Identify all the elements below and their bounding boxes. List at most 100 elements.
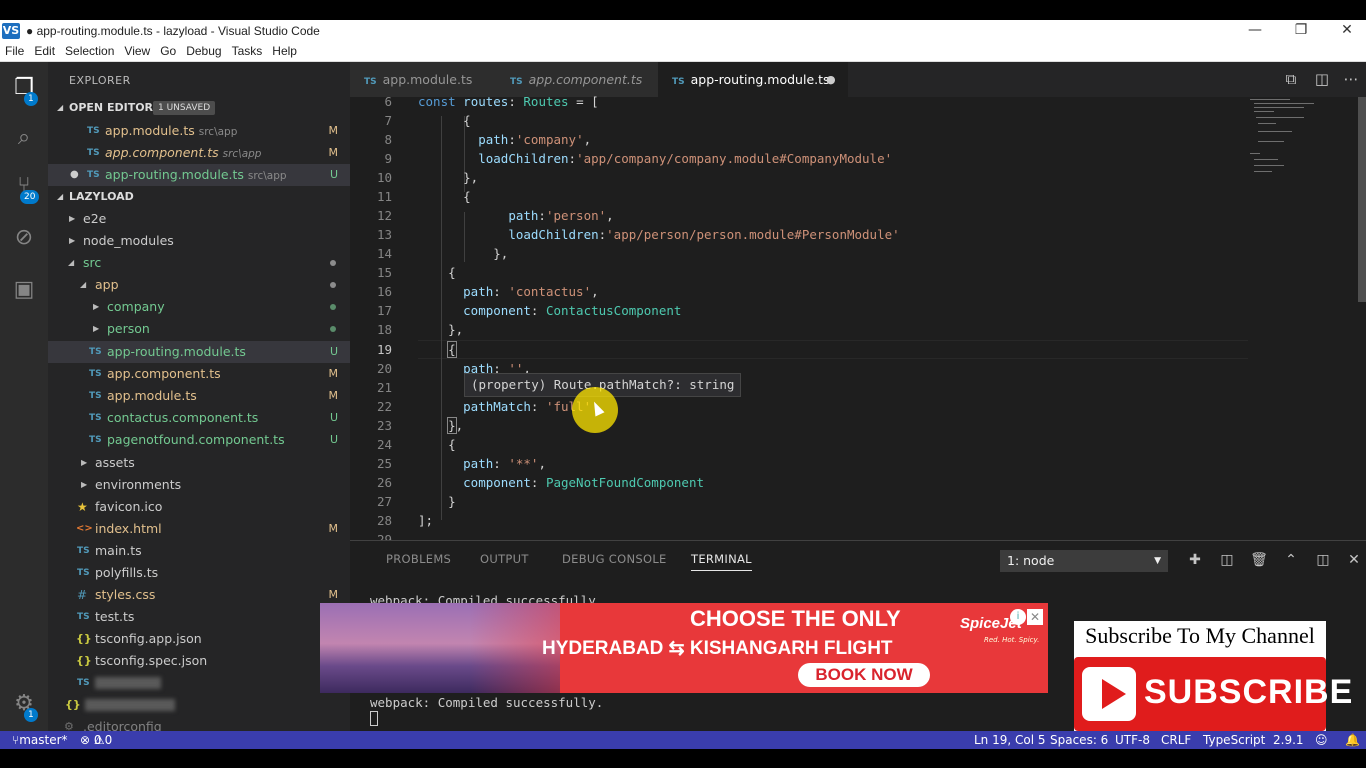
tab-output[interactable]: OUTPUT [480, 552, 529, 566]
menu-debug[interactable]: Debug [181, 44, 226, 58]
branch-status[interactable]: ⑂ master* [12, 731, 68, 749]
close-button[interactable]: ✕ [1324, 20, 1366, 41]
search-icon[interactable]: ⌕ [8, 122, 40, 154]
tab-problems[interactable]: PROBLEMS [386, 552, 451, 566]
line-number: 24 [376, 437, 392, 452]
tree-file[interactable]: TS contactus.component.ts U [48, 407, 350, 429]
tree-label: tsconfig.spec.json [95, 653, 208, 668]
extensions-icon[interactable]: ▣ [8, 274, 40, 306]
tree-file[interactable]: TS app-routing.module.ts U [48, 341, 350, 363]
open-editor-item[interactable]: TS app.component.ts src\app M [48, 142, 350, 164]
subscribe-overlay[interactable]: Subscribe To My Channel SUBSCRIBE [1074, 621, 1352, 731]
menu-selection[interactable]: Selection [60, 44, 119, 58]
minimize-button[interactable]: — [1232, 20, 1278, 41]
open-editor-item[interactable]: ● TS app-routing.module.ts src\app U [48, 164, 350, 186]
tree-file[interactable]: # styles.css M [48, 584, 350, 606]
tree-file[interactable]: ⚙ .editorconfig [48, 716, 350, 731]
git-status: U [329, 168, 338, 181]
menu-view[interactable]: View [119, 44, 155, 58]
eol-status[interactable]: CRLF [1161, 731, 1191, 749]
tree-file[interactable]: TS pagenotfound.component.ts U [48, 429, 350, 451]
ad-headline: CHOOSE THE ONLY [690, 606, 901, 631]
open-changes-icon[interactable]: ⧉ [1282, 70, 1300, 88]
line-number: 26 [376, 475, 392, 490]
tab-terminal[interactable]: TERMINAL [691, 552, 752, 571]
problems-status[interactable]: ⊗ 0 ⚠ 0 [80, 731, 112, 749]
close-panel-icon[interactable]: ✕ [1345, 551, 1363, 569]
explorer-sidebar: EXPLORER ◢ OPEN EDITORS 1 UNSAVED TS app… [48, 62, 350, 731]
tree-folder[interactable]: ▶ person [48, 318, 350, 340]
typescript-file-icon: TS [77, 612, 90, 622]
ad-close-icon[interactable]: ✕ [1027, 609, 1043, 625]
split-editor-icon[interactable]: ◫ [1313, 70, 1331, 88]
tree-folder[interactable]: ◢ app [48, 274, 350, 296]
trash-icon[interactable]: 🗑 [1250, 551, 1268, 569]
tree-file[interactable]: {} tsconfig.spec.json [48, 650, 350, 672]
ad-book-now-button[interactable]: BOOK NOW [798, 663, 930, 687]
subscribe-button[interactable]: SUBSCRIBE [1074, 657, 1352, 731]
tree-label: pagenotfound.component.ts [107, 432, 285, 447]
tree-file[interactable]: TS main.ts [48, 540, 350, 562]
minimap[interactable] [1250, 97, 1316, 177]
terminal-select[interactable]: 1: node ▼ [1000, 550, 1168, 572]
menu-help[interactable]: Help [267, 44, 302, 58]
chevron-right-icon: ▶ [81, 458, 88, 467]
vscode-logo-icon: VS [2, 22, 20, 39]
line-number: 12 [376, 208, 392, 223]
tree-file-blurred[interactable]: {} [48, 694, 350, 716]
line-number: 27 [376, 494, 392, 509]
tree-label: app [95, 277, 119, 292]
cursor-position[interactable]: Ln 19, Col 5 [974, 731, 1046, 749]
tab-label: app.module.ts [382, 72, 473, 87]
code-line: 6 const routes: Routes = [ [350, 92, 1366, 111]
indentation-status[interactable]: Spaces: 6 [1050, 731, 1108, 749]
typescript-file-icon: TS [89, 391, 102, 401]
add-terminal-icon[interactable]: ✚ [1186, 551, 1204, 569]
menu-edit[interactable]: Edit [29, 44, 60, 58]
ad-banner[interactable]: CHOOSE THE ONLY HYDERABAD ⇆ KISHANGARH F… [320, 603, 1048, 693]
open-editors-header[interactable]: ◢ OPEN EDITORS 1 UNSAVED [48, 97, 350, 119]
tree-folder[interactable]: ▶ environments [48, 474, 350, 496]
chevron-up-icon[interactable]: ⌃ [1282, 551, 1300, 569]
toggle-panel-icon[interactable]: ◫ [1314, 551, 1332, 569]
tree-folder[interactable]: ▶ node_modules [48, 230, 350, 252]
line-number: 18 [376, 322, 392, 337]
tree-file[interactable]: TS test.ts [48, 606, 350, 628]
tree-folder[interactable]: ◢ src [48, 252, 350, 274]
tree-folder[interactable]: ▶ company [48, 296, 350, 318]
open-editor-item[interactable]: TS app.module.ts src\app M [48, 120, 350, 142]
code-line: 14 }, [350, 244, 1366, 263]
project-header[interactable]: ◢ LAZYLOAD [48, 186, 350, 208]
feedback-smiley-icon[interactable]: ☺ [1315, 731, 1328, 749]
encoding-status[interactable]: UTF-8 [1115, 731, 1150, 749]
tree-file-blurred[interactable]: TS [48, 672, 350, 694]
tab-label: app-routing.module.ts [690, 72, 830, 87]
tree-file[interactable]: TS polyfills.ts [48, 562, 350, 584]
tab-debug-console[interactable]: DEBUG CONSOLE [562, 552, 667, 566]
tree-file[interactable]: {} tsconfig.app.json [48, 628, 350, 650]
menu-file[interactable]: File [0, 44, 29, 58]
line-number: 17 [376, 303, 392, 318]
menu-go[interactable]: Go [155, 44, 181, 58]
tree-file[interactable]: <> index.html M [48, 518, 350, 540]
ad-info-icon[interactable]: i [1010, 609, 1026, 625]
split-terminal-icon[interactable]: ◫ [1218, 551, 1236, 569]
tree-folder[interactable]: ▶ assets [48, 452, 350, 474]
json-file-icon: {} [76, 632, 92, 645]
code-line: 8 path:'company', [350, 130, 1366, 149]
tree-file[interactable]: TS app.module.ts M [48, 385, 350, 407]
json-file-icon: {} [65, 698, 81, 711]
settings-badge: 1 [24, 708, 38, 722]
more-actions-icon[interactable]: ⋯ [1342, 70, 1360, 88]
ts-version-status[interactable]: 2.9.1 [1273, 731, 1304, 749]
vertical-scrollbar[interactable] [1358, 97, 1366, 302]
terminal-cursor [370, 711, 378, 726]
menu-tasks[interactable]: Tasks [227, 44, 268, 58]
tree-file[interactable]: TS app.component.ts M [48, 363, 350, 385]
debug-icon[interactable]: ⊘ [8, 222, 40, 254]
language-status[interactable]: TypeScript [1203, 731, 1265, 749]
tree-folder[interactable]: ▶ e2e [48, 208, 350, 230]
bell-icon[interactable]: 🔔 [1345, 731, 1360, 749]
restore-button[interactable]: ❐ [1278, 20, 1324, 41]
tree-file[interactable]: ★ favicon.ico [48, 496, 350, 518]
